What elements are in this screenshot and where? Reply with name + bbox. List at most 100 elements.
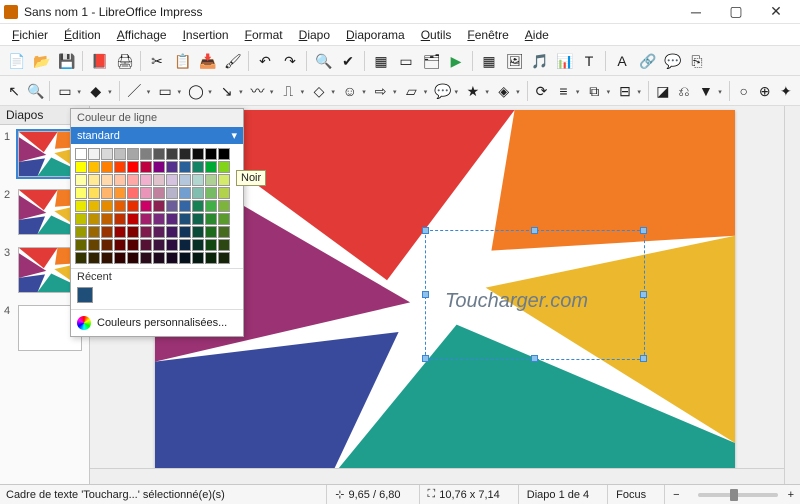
menu-diaporama[interactable]: Diaporama (338, 26, 413, 44)
color-swatch[interactable] (88, 200, 100, 212)
selection-handle[interactable] (531, 355, 538, 362)
color-swatch[interactable] (179, 161, 191, 173)
color-swatch[interactable] (127, 226, 139, 238)
color-swatch[interactable] (153, 174, 165, 186)
start-button[interactable]: ▶ (444, 49, 468, 73)
align-button[interactable]: ≡ (553, 79, 583, 103)
palette-select[interactable]: standard▾ (71, 127, 243, 144)
color-swatch[interactable] (114, 252, 126, 264)
color-swatch[interactable] (114, 213, 126, 225)
ellipse-button[interactable]: ◯ (185, 79, 215, 103)
color-swatch[interactable] (166, 213, 178, 225)
color-swatch[interactable] (205, 200, 217, 212)
color-swatch[interactable] (153, 252, 165, 264)
color-swatch[interactable] (153, 148, 165, 160)
selection-handle[interactable] (422, 227, 429, 234)
color-swatch[interactable] (114, 200, 126, 212)
color-swatch[interactable] (114, 174, 126, 186)
color-swatch[interactable] (88, 252, 100, 264)
selection-frame[interactable] (425, 230, 645, 360)
selection-handle[interactable] (531, 227, 538, 234)
textbox-button[interactable]: T (577, 49, 601, 73)
callouts-button[interactable]: 💬 (431, 79, 461, 103)
color-swatch[interactable] (88, 174, 100, 186)
menu-fichier[interactable]: Fichier (4, 26, 56, 44)
color-swatch[interactable] (88, 213, 100, 225)
color-swatch[interactable] (166, 239, 178, 251)
color-swatch[interactable] (179, 187, 191, 199)
lines-arrows-button[interactable]: ↘ (216, 79, 246, 103)
color-swatch[interactable] (88, 239, 100, 251)
open-button[interactable]: 📂 (29, 49, 53, 73)
color-swatch[interactable] (75, 213, 87, 225)
color-swatch[interactable] (166, 226, 178, 238)
color-swatch[interactable] (179, 174, 191, 186)
find-button[interactable]: 🔍 (311, 49, 335, 73)
rotate-button[interactable]: ⟳ (531, 79, 551, 103)
extrusion-button[interactable]: ✦ (776, 79, 796, 103)
color-swatch[interactable] (140, 187, 152, 199)
color-swatch[interactable] (205, 161, 217, 173)
color-swatch[interactable] (101, 161, 113, 173)
color-swatch[interactable] (179, 148, 191, 160)
horizontal-scrollbar[interactable] (90, 468, 784, 484)
points-button[interactable]: ○ (734, 79, 754, 103)
color-swatch[interactable] (192, 213, 204, 225)
color-swatch[interactable] (127, 174, 139, 186)
recent-color-swatch[interactable] (77, 287, 93, 303)
selection-handle[interactable] (422, 291, 429, 298)
selection-handle[interactable] (640, 355, 647, 362)
color-swatch[interactable] (192, 187, 204, 199)
color-swatch[interactable] (101, 174, 113, 186)
rect-button[interactable]: ▭ (154, 79, 184, 103)
color-swatch[interactable] (192, 239, 204, 251)
color-swatch[interactable] (218, 200, 230, 212)
color-swatch[interactable] (205, 252, 217, 264)
stars-button[interactable]: ★ (462, 79, 492, 103)
color-swatch[interactable] (205, 187, 217, 199)
image-button[interactable]: 🖼 (502, 49, 526, 73)
shadow-button[interactable]: ◪ (653, 79, 673, 103)
color-swatch[interactable] (127, 200, 139, 212)
block-arrows-button[interactable]: ⇨ (370, 79, 400, 103)
fontwork-button[interactable]: A (610, 49, 634, 73)
color-swatch[interactable] (218, 252, 230, 264)
hyperlink-button[interactable]: 🔗 (635, 49, 659, 73)
color-swatch[interactable] (114, 148, 126, 160)
menu-format[interactable]: Format (237, 26, 291, 44)
color-swatch[interactable] (127, 213, 139, 225)
color-swatch[interactable] (218, 226, 230, 238)
copy-button[interactable]: 📋 (170, 49, 194, 73)
selection-handle[interactable] (422, 355, 429, 362)
color-swatch[interactable] (101, 239, 113, 251)
color-swatch[interactable] (101, 148, 113, 160)
minimize-button[interactable]: ─ (676, 0, 716, 24)
zoom-out-button[interactable]: − (664, 485, 687, 504)
maximize-button[interactable]: ▢ (716, 0, 756, 24)
color-swatch[interactable] (179, 200, 191, 212)
fill-color-button[interactable]: ◆ (85, 79, 115, 103)
menu-insertion[interactable]: Insertion (175, 26, 237, 44)
line-button[interactable]: ／ (123, 79, 153, 103)
color-swatch[interactable] (218, 148, 230, 160)
color-swatch[interactable] (166, 148, 178, 160)
color-swatch[interactable] (114, 239, 126, 251)
cut-button[interactable]: ✂ (145, 49, 169, 73)
color-swatch[interactable] (153, 213, 165, 225)
color-swatch[interactable] (75, 187, 87, 199)
color-swatch[interactable] (75, 161, 87, 173)
color-swatch[interactable] (205, 148, 217, 160)
color-swatch[interactable] (153, 226, 165, 238)
color-swatch[interactable] (218, 174, 230, 186)
arrange-button[interactable]: ⧉ (583, 79, 613, 103)
color-swatch[interactable] (192, 161, 204, 173)
color-swatch[interactable] (127, 148, 139, 160)
color-swatch[interactable] (153, 161, 165, 173)
selection-handle[interactable] (640, 291, 647, 298)
color-swatch-grid[interactable] (71, 144, 243, 268)
color-swatch[interactable] (205, 239, 217, 251)
print-button[interactable]: 🖨 (112, 49, 136, 73)
undo-button[interactable]: ↶ (253, 49, 277, 73)
color-swatch[interactable] (88, 187, 100, 199)
redo-button[interactable]: ↷ (278, 49, 302, 73)
